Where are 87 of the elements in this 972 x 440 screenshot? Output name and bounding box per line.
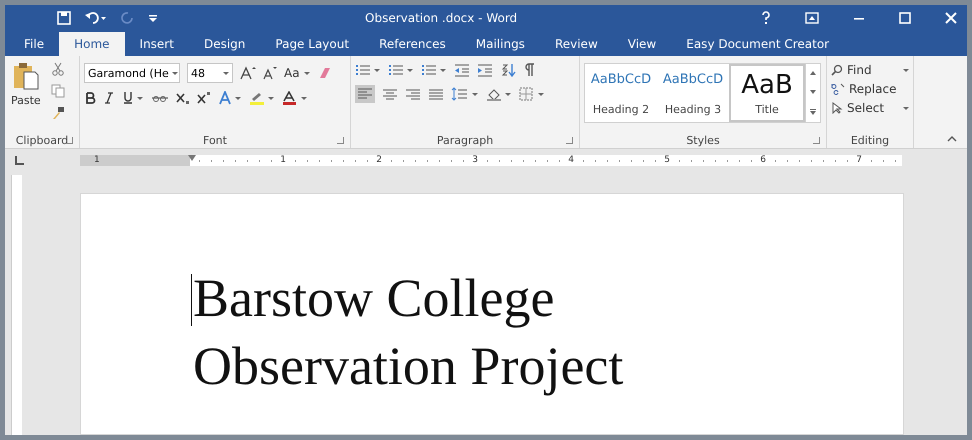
justify-icon[interactable]: [428, 87, 444, 101]
text-effects-icon[interactable]: [218, 91, 242, 105]
pilcrow-icon[interactable]: [523, 63, 535, 77]
search-icon: [831, 64, 843, 76]
copy-icon[interactable]: [50, 84, 65, 98]
ribbon-tab[interactable]: File: [9, 32, 60, 56]
list-icon[interactable]: [355, 63, 381, 77]
indent-marker-icon[interactable]: [188, 154, 196, 160]
group-label: Editing: [850, 134, 890, 146]
style-tile[interactable]: AaB Title: [729, 64, 805, 122]
cut-icon[interactable]: [50, 62, 65, 76]
subscript-icon[interactable]: [176, 91, 190, 105]
scroll-down-icon[interactable]: [809, 88, 817, 95]
style-preview: AaB: [741, 72, 793, 98]
borders-icon[interactable]: [519, 87, 545, 101]
title-text: Barstow College: [193, 267, 556, 330]
group-label: Font: [203, 134, 227, 146]
align-center-icon[interactable]: [382, 87, 398, 101]
shrink-font-icon[interactable]: [263, 66, 277, 80]
clipboard-icon: [12, 62, 39, 90]
style-preview: AaBbCcD: [590, 72, 652, 87]
save-icon[interactable]: [57, 11, 71, 25]
style-name: Heading 3: [664, 103, 722, 116]
bold-icon[interactable]: [84, 91, 96, 105]
editing-button[interactable]: Replace: [831, 82, 909, 96]
shading-icon[interactable]: [486, 87, 512, 101]
align-left-icon[interactable]: [355, 85, 375, 103]
scroll-up-icon[interactable]: [809, 70, 817, 76]
title-text: Observation Project: [193, 335, 624, 398]
ruler-number: 6: [760, 155, 766, 165]
ruler-number: 1: [94, 155, 100, 165]
ribbon-display-icon[interactable]: [805, 12, 819, 24]
font-name-field[interactable]: Garamond (He: [84, 63, 180, 83]
align-right-icon[interactable]: [405, 87, 421, 101]
dialog-launcher-icon[interactable]: [66, 137, 73, 144]
style-tile[interactable]: AaBbCcD Heading 2: [585, 64, 657, 122]
group-label: Clipboard: [16, 134, 68, 146]
ribbon-tab[interactable]: View: [612, 32, 672, 56]
italic-icon[interactable]: [103, 91, 115, 105]
close-icon[interactable]: [945, 12, 957, 24]
highlight-icon[interactable]: [249, 91, 275, 105]
style-name: Heading 2: [592, 103, 650, 116]
underline-icon[interactable]: [122, 91, 144, 105]
window-title: Observation .docx - Word: [365, 11, 518, 25]
grow-font-icon[interactable]: [240, 66, 256, 80]
text-cursor: [191, 274, 192, 326]
editing-button[interactable]: Find: [831, 63, 909, 77]
decrease-indent-icon[interactable]: [454, 63, 470, 77]
list-icon[interactable]: [388, 63, 414, 77]
ribbon-tab[interactable]: Easy Document Creator: [671, 32, 844, 56]
customize-icon[interactable]: [149, 13, 157, 23]
paste-button[interactable]: Paste: [9, 60, 43, 132]
ruler-number: 5: [664, 155, 670, 165]
ruler-number: 2: [376, 155, 382, 165]
maximize-icon[interactable]: [899, 12, 911, 24]
change-case-button[interactable]: Aa: [284, 66, 310, 80]
ruler-number: 1: [280, 155, 286, 165]
sort-icon[interactable]: [500, 63, 516, 77]
style-preview: AaBbCcD: [662, 72, 724, 87]
ribbon-tab[interactable]: References: [364, 32, 461, 56]
ruler-number: 7: [856, 155, 862, 165]
ribbon-tab[interactable]: Review: [540, 32, 613, 56]
help-icon[interactable]: [761, 11, 771, 25]
style-name: Title: [755, 103, 779, 116]
superscript-icon[interactable]: [197, 91, 211, 105]
font-size-field[interactable]: 48: [187, 63, 233, 83]
pointer-icon: [831, 102, 843, 114]
tab-selector-icon[interactable]: [15, 156, 24, 164]
group-label: Styles: [686, 134, 720, 146]
ribbon-tab[interactable]: Insert: [124, 32, 189, 56]
ribbon-tab[interactable]: Mailings: [460, 32, 540, 56]
format-painter-icon[interactable]: [50, 106, 65, 120]
font-color-icon[interactable]: [282, 91, 308, 105]
collapse-ribbon-icon[interactable]: [947, 136, 957, 142]
ribbon-tab[interactable]: Home: [59, 32, 125, 56]
group-label: Paragraph: [436, 134, 494, 146]
ribbon-tab[interactable]: Page Layout: [260, 32, 364, 56]
ruler-number: 4: [568, 155, 574, 165]
editing-button[interactable]: Select: [831, 101, 909, 115]
ruler-number: 3: [472, 155, 478, 165]
undo-icon[interactable]: [85, 11, 107, 25]
list-icon[interactable]: [421, 63, 447, 77]
line-spacing-icon[interactable]: [451, 87, 479, 101]
style-tile[interactable]: AaBbCcD Heading 3: [657, 64, 729, 122]
more-icon[interactable]: [809, 108, 817, 116]
ribbon-tab[interactable]: Design: [188, 32, 260, 56]
increase-indent-icon[interactable]: [477, 63, 493, 77]
